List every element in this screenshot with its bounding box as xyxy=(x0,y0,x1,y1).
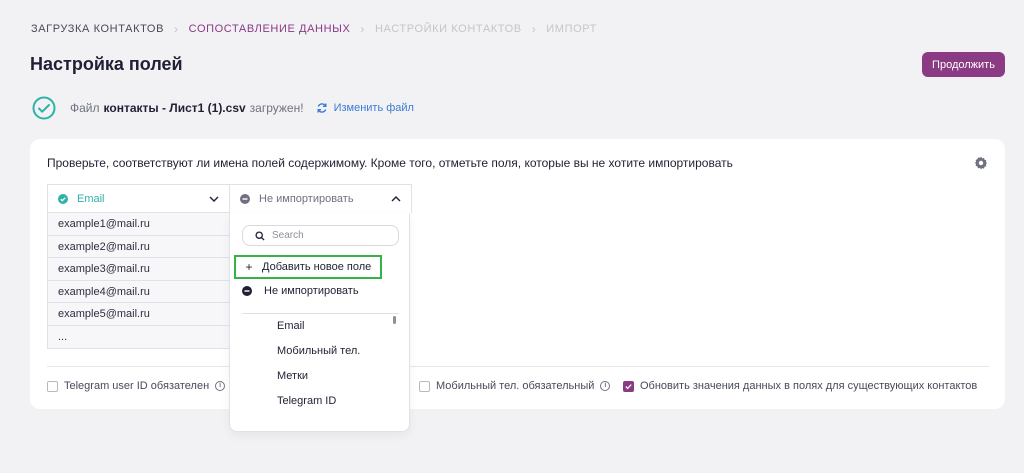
telegram-required-checkbox[interactable] xyxy=(47,380,58,392)
gear-icon[interactable] xyxy=(974,156,988,170)
check-circle-icon xyxy=(32,96,56,120)
mobile-required-option[interactable]: Мобильный тел. обязательный i xyxy=(419,380,611,392)
breadcrumb-step-upload[interactable]: Загрузка контактов xyxy=(31,23,164,35)
no-import-option[interactable]: Не импортировать xyxy=(242,285,359,297)
chevron-right-icon: › xyxy=(360,22,366,36)
column-email-select[interactable]: Email xyxy=(48,185,229,213)
table-row: example3@mail.ru xyxy=(48,258,229,281)
telegram-required-label: Telegram user ID обязателен xyxy=(64,380,210,392)
change-file-link[interactable]: Изменить файл xyxy=(316,102,414,114)
file-status: Файл контакты - Лист1 (1).csv загружен! … xyxy=(32,96,414,120)
telegram-required-option[interactable]: Telegram user ID обязателен i xyxy=(47,380,226,392)
check-circle-icon xyxy=(58,193,68,204)
checkmark-icon xyxy=(625,383,632,389)
table-row: example1@mail.ru xyxy=(48,213,229,236)
refresh-icon xyxy=(317,103,327,113)
table-row: example4@mail.ru xyxy=(48,280,229,303)
update-existing-label: Обновить значения данных в полях для сущ… xyxy=(640,380,978,392)
update-existing-option[interactable]: Обновить значения данных в полях для сущ… xyxy=(623,380,977,392)
chevron-right-icon: › xyxy=(174,22,179,36)
mapping-hint: Проверьте, соответствуют ли имена полей … xyxy=(47,156,733,170)
breadcrumb-step-settings: Настройки контактов xyxy=(375,23,522,35)
chevron-right-icon: › xyxy=(531,22,537,36)
plus-icon: + xyxy=(245,260,253,274)
chevron-up-icon xyxy=(391,196,401,202)
file-status-suffix: загружен! xyxy=(249,101,304,115)
info-icon[interactable]: i xyxy=(600,381,611,391)
table-row: example2@mail.ru xyxy=(48,235,229,258)
breadcrumb: Загрузка контактов › Сопоставление данны… xyxy=(31,22,597,36)
no-import-label: Не импортировать xyxy=(264,285,359,297)
table-row: example5@mail.ru xyxy=(48,303,229,326)
divider xyxy=(47,366,989,367)
add-new-field-option[interactable]: + Добавить новое поле xyxy=(234,255,382,279)
info-icon[interactable]: i xyxy=(215,381,226,391)
column-second-label: Не импортировать xyxy=(259,193,354,205)
field-type-dropdown: Search + Добавить новое поле Не импортир… xyxy=(229,213,410,432)
mobile-required-label: Мобильный тел. обязательный xyxy=(436,380,595,392)
continue-button[interactable]: Продолжить xyxy=(922,52,1005,77)
chevron-down-icon xyxy=(209,196,219,202)
page-title: Настройка полей xyxy=(30,54,183,74)
minus-circle-icon xyxy=(240,194,250,204)
dropdown-search-input[interactable]: Search xyxy=(242,225,399,246)
dropdown-scrollbar[interactable] xyxy=(393,316,396,324)
column-second: Не импортировать xyxy=(229,184,412,213)
mobile-required-checkbox[interactable] xyxy=(419,380,430,392)
change-file-label: Изменить файл xyxy=(333,102,414,114)
field-mapping-card: Проверьте, соответствуют ли имена полей … xyxy=(30,139,1005,409)
breadcrumb-step-import: Импорт xyxy=(546,23,597,35)
breadcrumb-step-mapping[interactable]: Сопоставление данных xyxy=(189,23,351,35)
dropdown-option-telegram-id[interactable]: Telegram ID xyxy=(277,395,336,407)
update-existing-checkbox[interactable] xyxy=(623,380,634,392)
add-new-field-label: Добавить новое поле xyxy=(262,261,372,273)
dropdown-option-email[interactable]: Email xyxy=(277,320,305,332)
search-placeholder: Search xyxy=(272,230,304,241)
dropdown-option-mobile[interactable]: Мобильный тел. xyxy=(277,345,360,357)
dropdown-option-tags[interactable]: Метки xyxy=(277,370,308,382)
column-second-select[interactable]: Не импортировать xyxy=(230,185,411,213)
file-name: контакты - Лист1 (1).csv xyxy=(103,101,246,115)
search-icon xyxy=(255,230,265,241)
table-row: ... xyxy=(48,325,229,348)
column-email-label: Email xyxy=(77,192,105,205)
column-email: Email example1@mail.ru example2@mail.ru … xyxy=(47,184,230,349)
file-status-prefix: Файл xyxy=(70,101,100,115)
minus-circle-icon xyxy=(242,286,252,296)
dropdown-divider xyxy=(242,313,399,314)
